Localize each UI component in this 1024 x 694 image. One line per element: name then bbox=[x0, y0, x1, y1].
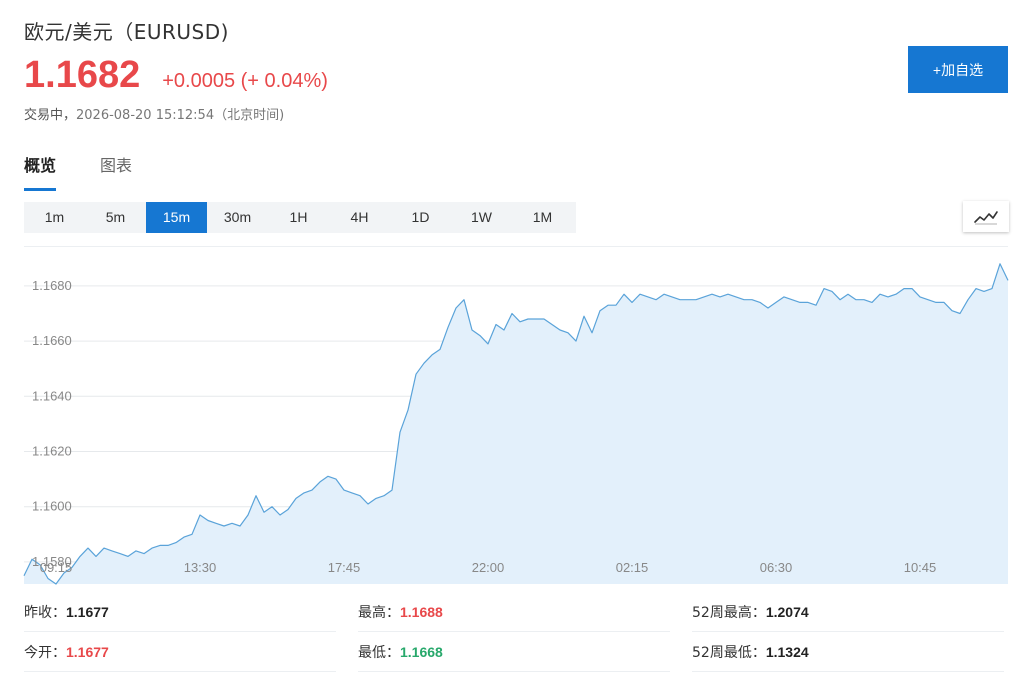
tab-chart[interactable]: 图表 bbox=[100, 152, 132, 191]
period-selector: 1m 5m 15m 30m 1H 4H 1D 1W 1M bbox=[24, 202, 576, 233]
timestamp: 2026-08-20 15:12:54（北京时间) bbox=[76, 108, 285, 123]
stat-label: 今开： bbox=[24, 644, 66, 661]
line-chart-icon bbox=[974, 210, 998, 224]
y-tick-label: 1.1660 bbox=[32, 333, 72, 348]
price-row: 1.1682 +0.0005 (+ 0.04%) bbox=[24, 54, 328, 97]
stat-value: 1.1324 bbox=[765, 643, 809, 660]
x-tick-label: 09:15 bbox=[40, 560, 73, 575]
y-tick-label: 1.1680 bbox=[32, 278, 72, 293]
page-title: 欧元/美元（EURUSD) bbox=[24, 20, 229, 44]
stat-52w-high: 52周最高： 1.2074 bbox=[692, 592, 1004, 632]
y-tick-label: 1.1620 bbox=[32, 444, 72, 459]
period-1h[interactable]: 1H bbox=[268, 202, 329, 233]
period-15m[interactable]: 15m bbox=[146, 202, 207, 233]
price-chart: 1.15801.16001.16201.16401.16601.1680 09:… bbox=[23, 263, 1009, 585]
x-tick-label: 13:30 bbox=[184, 560, 217, 575]
stat-label: 昨收： bbox=[24, 604, 66, 621]
stat-value: 1.1677 bbox=[66, 643, 109, 660]
stat-label: 52周最高： bbox=[692, 604, 766, 621]
stat-value: 1.2074 bbox=[765, 603, 809, 620]
stats-row: 昨收： 1.1677 最高： 1.1688 52周最高： 1.2074 bbox=[24, 592, 1008, 632]
trading-status: 交易中，2026-08-20 15:12:54（北京时间) bbox=[24, 104, 284, 123]
stat-label: 52周最低： bbox=[692, 644, 766, 661]
period-1m[interactable]: 1m bbox=[24, 202, 85, 233]
period-1mo[interactable]: 1M bbox=[512, 202, 573, 233]
stat-low: 最低： 1.1668 bbox=[358, 632, 670, 672]
tab-bar: 概览 图表 bbox=[24, 152, 176, 191]
period-1d[interactable]: 1D bbox=[390, 202, 451, 233]
stat-high: 最高： 1.1688 bbox=[358, 592, 670, 632]
status-label: 交易中， bbox=[24, 108, 77, 123]
stat-value: 1.1677 bbox=[66, 603, 109, 620]
period-30m[interactable]: 30m bbox=[207, 202, 268, 233]
x-tick-label: 10:45 bbox=[904, 560, 937, 575]
period-4h[interactable]: 4H bbox=[329, 202, 390, 233]
stat-prev-close: 昨收： 1.1677 bbox=[24, 592, 336, 632]
tab-overview[interactable]: 概览 bbox=[24, 152, 57, 191]
stat-52w-low: 52周最低： 1.1324 bbox=[692, 632, 1004, 672]
divider bbox=[24, 246, 1008, 247]
stat-open: 今开： 1.1677 bbox=[24, 632, 336, 672]
x-tick-label: 02:15 bbox=[616, 560, 649, 575]
price-change: +0.0005 (+ 0.04%) bbox=[162, 70, 328, 92]
stat-value: 1.1668 bbox=[400, 643, 443, 660]
x-tick-label: 06:30 bbox=[760, 560, 793, 575]
add-to-watchlist-button[interactable]: +加自选 bbox=[908, 46, 1008, 93]
x-tick-label: 17:45 bbox=[328, 560, 361, 575]
stats-table: 昨收： 1.1677 最高： 1.1688 52周最高： 1.2074 今开： … bbox=[24, 592, 1008, 672]
x-tick-label: 22:00 bbox=[472, 560, 505, 575]
chart-type-button[interactable] bbox=[963, 201, 1009, 232]
current-price: 1.1682 bbox=[24, 54, 141, 96]
y-tick-label: 1.1600 bbox=[32, 499, 72, 514]
period-1w[interactable]: 1W bbox=[451, 202, 512, 233]
price-area bbox=[24, 263, 1008, 584]
stat-value: 1.1688 bbox=[400, 603, 443, 620]
stat-label: 最低： bbox=[358, 644, 400, 661]
stats-row: 今开： 1.1677 最低： 1.1668 52周最低： 1.1324 bbox=[24, 632, 1008, 672]
period-5m[interactable]: 5m bbox=[85, 202, 146, 233]
stat-label: 最高： bbox=[358, 604, 400, 621]
y-tick-label: 1.1640 bbox=[32, 388, 72, 403]
